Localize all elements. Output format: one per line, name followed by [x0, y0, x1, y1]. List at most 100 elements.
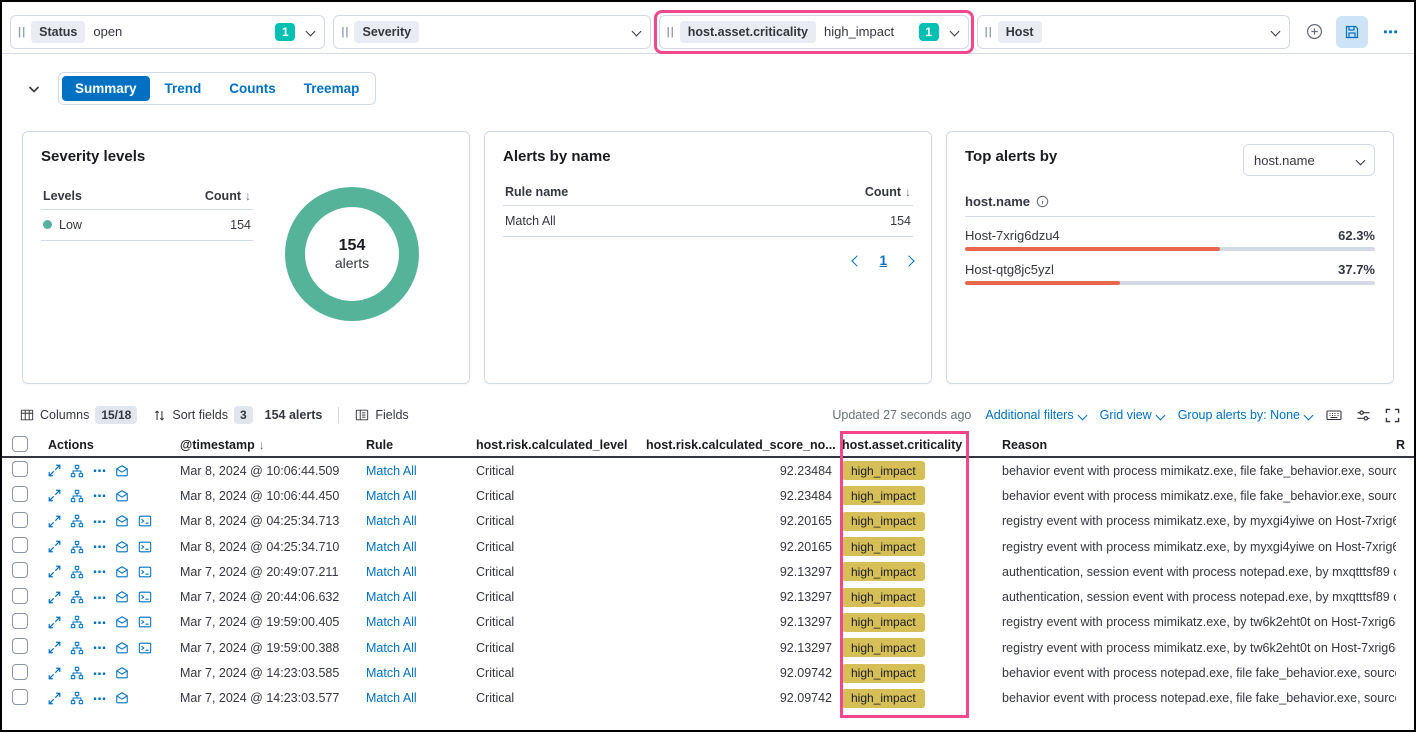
rule-link[interactable]: Match All [366, 590, 476, 604]
analyzer-icon[interactable] [70, 565, 84, 579]
analyzer-icon[interactable] [70, 514, 84, 528]
rule-link[interactable]: Match All [366, 615, 476, 629]
more-actions-icon[interactable] [93, 616, 106, 629]
filter-host[interactable]: || Host [977, 15, 1290, 49]
analyzer-icon[interactable] [70, 590, 84, 604]
reason-cell[interactable]: behavior event with process notepad.exe,… [1002, 666, 1396, 680]
analyze-event-icon[interactable] [115, 464, 129, 478]
page-number[interactable]: 1 [879, 253, 887, 268]
row-checkbox[interactable] [12, 588, 28, 604]
rule-row[interactable]: Match All 154 [503, 206, 913, 237]
rule-link[interactable]: Match All [366, 540, 476, 554]
analyzer-icon[interactable] [70, 641, 84, 655]
row-checkbox[interactable] [12, 664, 28, 680]
analyze-event-icon[interactable] [115, 540, 129, 554]
header-rule[interactable]: Rule [366, 438, 476, 452]
expand-alert-icon[interactable] [48, 667, 61, 680]
expand-alert-icon[interactable] [48, 641, 61, 654]
more-actions-icon[interactable] [93, 641, 106, 654]
analyze-event-icon[interactable] [115, 615, 129, 629]
analyzer-icon[interactable] [70, 691, 84, 705]
more-actions-icon[interactable] [93, 489, 106, 502]
analyze-event-icon[interactable] [115, 641, 129, 655]
top-alerts-field-select[interactable]: host.name [1243, 144, 1375, 176]
analyze-event-icon[interactable] [115, 590, 129, 604]
more-actions-icon[interactable] [93, 591, 106, 604]
session-view-icon[interactable] [138, 590, 152, 604]
more-actions-icon[interactable] [93, 692, 106, 705]
rule-link[interactable]: Match All [366, 514, 476, 528]
tab-treemap[interactable]: Treemap [291, 76, 373, 101]
analyzer-icon[interactable] [70, 540, 84, 554]
header-reason[interactable]: Reason [1002, 438, 1396, 452]
more-options-button[interactable] [1374, 16, 1406, 48]
reason-cell[interactable]: registry event with process mimikatz.exe… [1002, 641, 1396, 655]
analyze-event-icon[interactable] [115, 514, 129, 528]
analyzer-icon[interactable] [70, 666, 84, 680]
reason-cell[interactable]: registry event with process mimikatz.exe… [1002, 540, 1396, 554]
header-criticality[interactable]: host.asset.criticality [842, 438, 1002, 452]
select-all-checkbox[interactable] [12, 436, 28, 452]
column-header-sorted[interactable]: Count [865, 185, 911, 199]
row-checkbox[interactable] [12, 537, 28, 553]
next-page-icon[interactable] [903, 255, 914, 266]
sort-fields-button[interactable]: Sort fields 3 [153, 406, 252, 424]
analyze-event-icon[interactable] [115, 565, 129, 579]
columns-button[interactable]: Columns 15/18 [20, 406, 137, 424]
drag-handle-icon[interactable]: || [982, 26, 998, 38]
add-filter-button[interactable] [1298, 16, 1330, 48]
keyboard-shortcuts-button[interactable] [1326, 407, 1342, 423]
reason-cell[interactable]: behavior event with process mimikatz.exe… [1002, 489, 1396, 503]
header-risk-score[interactable]: host.risk.calculated_score_no... [646, 438, 842, 452]
reason-cell[interactable]: authentication, session event with proce… [1002, 590, 1396, 604]
top-alert-row[interactable]: Host-qtg8jc5yzl 37.7% [965, 262, 1375, 285]
row-checkbox[interactable] [12, 562, 28, 578]
more-actions-icon[interactable] [93, 667, 106, 680]
fullscreen-button[interactable] [1385, 408, 1400, 423]
expand-alert-icon[interactable] [48, 616, 61, 629]
expand-alert-icon[interactable] [48, 464, 61, 477]
session-view-icon[interactable] [138, 540, 152, 554]
row-checkbox[interactable] [12, 638, 28, 654]
tab-summary[interactable]: Summary [62, 76, 150, 101]
info-icon[interactable] [1036, 195, 1049, 208]
rule-link[interactable]: Match All [366, 464, 476, 478]
analyze-event-icon[interactable] [115, 691, 129, 705]
reason-cell[interactable]: behavior event with process mimikatz.exe… [1002, 464, 1396, 478]
group-alerts-by-button[interactable]: Group alerts by: None [1178, 408, 1312, 422]
additional-filters-button[interactable]: Additional filters [985, 408, 1085, 422]
rule-link[interactable]: Match All [366, 565, 476, 579]
tab-counts[interactable]: Counts [216, 76, 289, 101]
severity-donut-chart[interactable]: 154 alerts [285, 187, 419, 321]
tab-trend[interactable]: Trend [152, 76, 215, 101]
filter-status[interactable]: || Status open 1 [10, 15, 325, 49]
row-checkbox[interactable] [12, 461, 28, 477]
expand-alert-icon[interactable] [48, 692, 61, 705]
previous-page-icon[interactable] [852, 255, 863, 266]
expand-alert-icon[interactable] [48, 515, 61, 528]
save-query-button[interactable] [1336, 16, 1368, 48]
rule-link[interactable]: Match All [366, 691, 476, 705]
row-checkbox[interactable] [12, 613, 28, 629]
filter-criticality[interactable]: || host.asset.criticality high_impact 1 [659, 15, 969, 49]
expand-alert-icon[interactable] [48, 591, 61, 604]
more-actions-icon[interactable] [93, 464, 106, 477]
row-checkbox[interactable] [12, 689, 28, 705]
filter-severity[interactable]: || Severity [333, 15, 650, 49]
analyzer-icon[interactable] [70, 615, 84, 629]
more-actions-icon[interactable] [93, 515, 106, 528]
header-risk-level[interactable]: host.risk.calculated_level [476, 438, 646, 452]
analyzer-icon[interactable] [70, 464, 84, 478]
session-view-icon[interactable] [138, 565, 152, 579]
row-checkbox[interactable] [12, 512, 28, 528]
expand-alert-icon[interactable] [48, 565, 61, 578]
rule-link[interactable]: Match All [366, 666, 476, 680]
session-view-icon[interactable] [138, 514, 152, 528]
drag-handle-icon[interactable]: || [15, 26, 31, 38]
severity-row[interactable]: Low 154 [41, 210, 253, 241]
reason-cell[interactable]: authentication, session event with proce… [1002, 565, 1396, 579]
top-alert-row[interactable]: Host-7xrig6dzu4 62.3% [965, 228, 1375, 251]
analyzer-icon[interactable] [70, 489, 84, 503]
reason-cell[interactable]: behavior event with process notepad.exe,… [1002, 691, 1396, 705]
more-actions-icon[interactable] [93, 540, 106, 553]
